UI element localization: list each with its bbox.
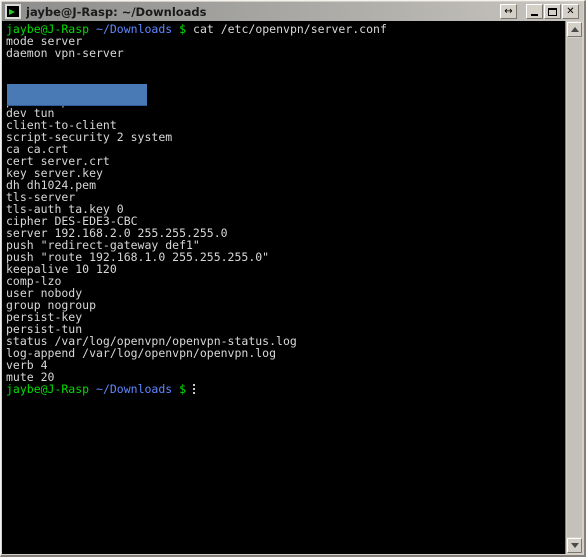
terminal-icon (5, 4, 21, 19)
output-line: comp-lzo (6, 274, 62, 288)
title-bar[interactable]: jaybe@J-Rasp: ~/Downloads ↔ ✕ (2, 2, 583, 21)
terminal-output-area[interactable]: jaybe@J-Rasp ~/Downloads $ cat /etc/open… (2, 21, 566, 554)
prompt-user: jaybe@J-Rasp (6, 382, 90, 396)
output-line: script-security 2 system (6, 130, 173, 144)
output-line: dh dh1024.pem (6, 178, 97, 192)
redaction-overlay (7, 84, 147, 106)
resize-button[interactable]: ↔ (500, 4, 517, 19)
window-title: jaybe@J-Rasp: ~/Downloads (26, 4, 207, 19)
scroll-down-button[interactable] (567, 538, 582, 553)
prompt-space-1 (89, 22, 96, 36)
output-line: log-append /var/log/openvpn/openvpn.log (6, 346, 277, 360)
output-line: persist-key (6, 310, 83, 324)
prompt-path: ~/Downloads (96, 22, 173, 36)
chevron-down-icon (570, 543, 579, 548)
window-controls: ↔ ✕ (500, 4, 579, 19)
minimize-button[interactable] (526, 4, 543, 19)
terminal-text: jaybe@J-Rasp ~/Downloads $ cat /etc/open… (2, 21, 566, 395)
close-button[interactable]: ✕ (562, 4, 579, 19)
output-line: group nogroup (6, 298, 97, 312)
prompt-space-3 (186, 382, 193, 396)
vertical-scrollbar[interactable] (565, 21, 582, 554)
prompt-space-1 (89, 382, 96, 396)
output-line: keepalive 10 120 (6, 262, 117, 276)
prompt-space-3 (186, 22, 193, 36)
scroll-up-button[interactable] (567, 22, 582, 37)
close-icon: ✕ (566, 5, 575, 17)
maximize-icon (548, 7, 557, 16)
resize-arrows-icon: ↔ (504, 5, 513, 17)
text-cursor (193, 384, 197, 394)
command-line: jaybe@J-Rasp ~/Downloads $ cat /etc/open… (6, 23, 566, 35)
maximize-button[interactable] (544, 4, 561, 19)
chevron-up-icon (570, 27, 579, 32)
active-prompt-line[interactable]: jaybe@J-Rasp ~/Downloads $ (6, 383, 566, 395)
terminal-window: jaybe@J-Rasp: ~/Downloads ↔ ✕ jaybe@J-Ra… (0, 0, 586, 557)
minimize-icon (531, 13, 538, 16)
scrollbar-track[interactable] (567, 38, 582, 537)
output-line: daemon vpn-server (6, 46, 124, 60)
typed-command: cat /etc/openvpn/server.conf (193, 22, 387, 36)
output-line: verb 4 (6, 358, 48, 372)
prompt-path: ~/Downloads (96, 382, 173, 396)
